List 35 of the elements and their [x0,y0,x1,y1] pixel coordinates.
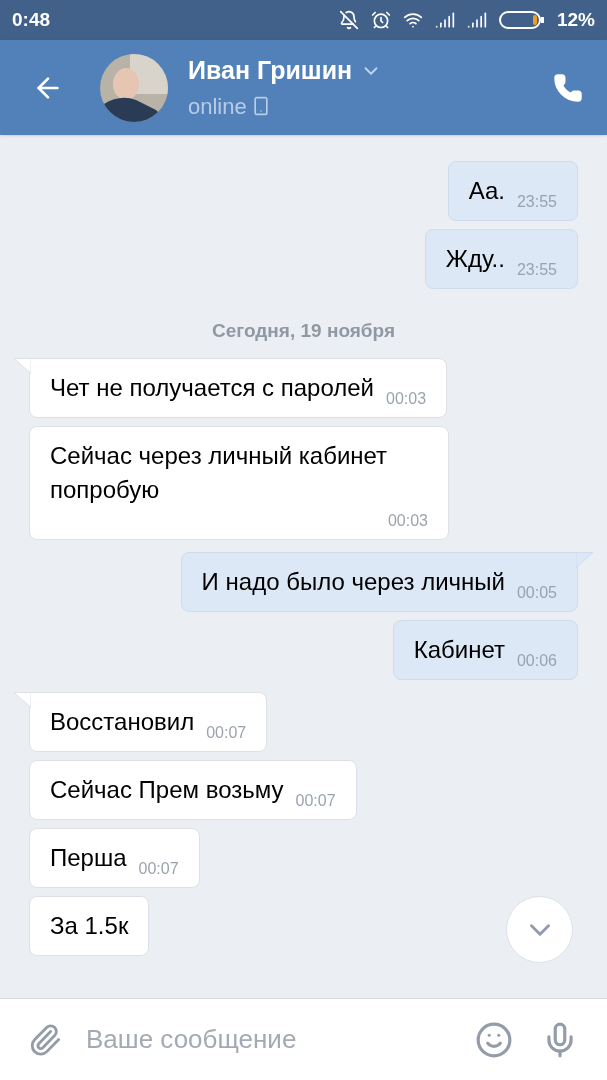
signal-icon [434,10,455,30]
message-time: 00:06 [516,650,557,671]
message-text: Сейчас через личный кабинет попробую [50,440,389,505]
contact-status: online [188,92,247,121]
message-time: 00:05 [516,582,557,603]
message-text: И надо было через личный [201,566,505,597]
message-time: 23:55 [516,260,557,280]
message-text: Жду.. [445,244,505,274]
wifi-icon [402,10,423,30]
call-button[interactable] [553,72,583,103]
alarm-icon [370,10,391,30]
signal-icon [466,10,487,30]
message-text: Перша [50,842,127,873]
message-time: 00:03 [387,510,428,531]
battery-icon [498,10,545,30]
battery-percent: 12% [556,7,595,32]
message-time: 00:07 [206,722,247,743]
contact-name[interactable]: Иван Гришин [188,52,353,90]
message-text: Чет не получается с паролей [50,372,375,403]
attach-icon[interactable] [28,1022,62,1057]
emoji-icon[interactable] [475,1020,513,1059]
message-time: 00:07 [295,790,336,811]
message-time: 00:03 [386,388,427,409]
message-text: Аа. [468,176,505,206]
message-input[interactable]: Ваше сообщение [86,1020,463,1059]
status-time: 0:48 [12,7,51,32]
message-text: Кабинет [413,634,505,665]
date-separator: Сегодня, 19 ноября [212,319,395,343]
composer-bar[interactable]: Ваше сообщение [0,998,607,1080]
message-text: За 1.5к [50,910,129,941]
message-time: 00:07 [138,858,179,879]
message-text: Сейчас Прем возьму [50,774,284,805]
bell-off-icon [338,10,359,30]
message-text: Восстановил [50,706,195,737]
message-time: 23:55 [516,192,557,212]
